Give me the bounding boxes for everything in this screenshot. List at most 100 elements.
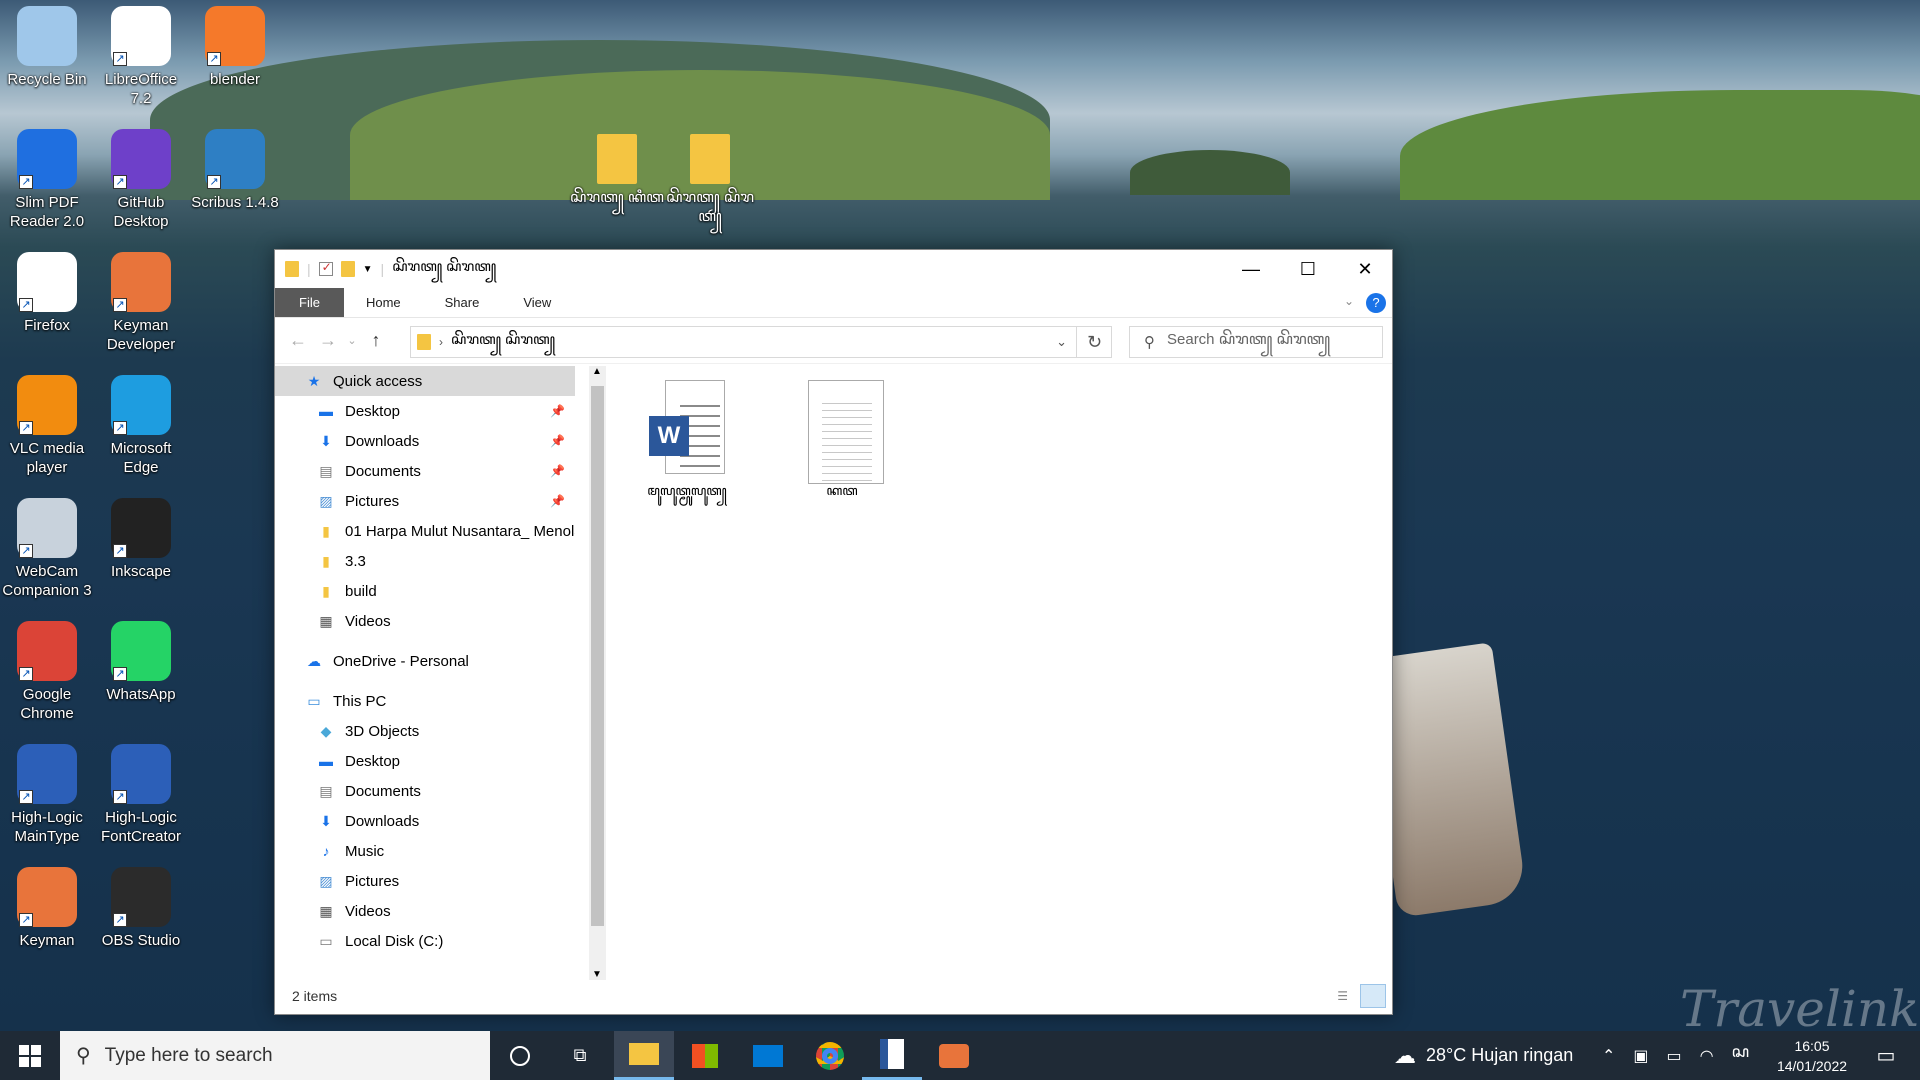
desktop-icon-maintype[interactable]: ↗ High-Logic MainType <box>0 738 94 846</box>
desktop-icon-keyman-developer[interactable]: ↗ Keyman Developer <box>94 246 188 354</box>
tab-home[interactable]: Home <box>344 288 423 317</box>
tab-file[interactable]: File <box>275 288 344 317</box>
wifi-icon[interactable]: ◠ <box>1700 1046 1714 1066</box>
shortcut-arrow-icon: ↗ <box>19 298 33 312</box>
taskbar-file-explorer[interactable] <box>614 1031 674 1080</box>
nav-item-local-disk-c[interactable]: ▭ Local Disk (C:) <box>275 926 575 956</box>
chevron-down-icon[interactable]: ▼ <box>363 264 373 275</box>
search-box[interactable]: ⚲ Search ꦱꦼꦫꦠ꧀ ꦱꦼꦫꦠ꧀ <box>1129 326 1383 358</box>
desktop-icon-firefox[interactable]: ↗ Firefox <box>0 246 94 335</box>
cortana-button[interactable] <box>490 1031 550 1080</box>
properties-check-icon[interactable]: ✓ <box>318 260 333 276</box>
nav-item-desktop[interactable]: ▬ Desktop 📌 <box>275 396 575 426</box>
desktop-icon-label: WebCam Companion 3 <box>2 563 92 599</box>
desktop-icon-vlc[interactable]: ↗ VLC media player <box>0 369 94 477</box>
nav-item-documents[interactable]: ▤ Documents 📌 <box>275 456 575 486</box>
nav-item-videos[interactable]: ▦ Videos <box>275 896 575 926</box>
desktop-icon-keyman[interactable]: ↗ Keyman <box>0 861 94 950</box>
search-input[interactable]: Search ꦱꦼꦫꦠ꧀ ꦱꦼꦫꦠ꧀ <box>1167 327 1330 358</box>
desktop-folder-1[interactable]: ꦱꦼꦫꦠ꧀ ꦏꦶꦠ <box>570 128 664 207</box>
breadcrumb-chevron-icon[interactable]: › <box>439 335 443 349</box>
desktop-folder-label: ꦱꦼꦫꦠ꧀ ꦏꦶꦠ <box>570 189 664 206</box>
tab-share[interactable]: Share <box>423 288 502 317</box>
minimize-button[interactable]: — <box>1222 250 1280 288</box>
large-icons-view-icon[interactable] <box>1360 984 1386 1008</box>
nav-item-pictures[interactable]: ▨ Pictures 📌 <box>275 486 575 516</box>
taskbar-store[interactable] <box>675 1031 735 1080</box>
chevron-up-icon[interactable]: ⌃ <box>1602 1046 1615 1066</box>
details-view-icon[interactable]: ☰ <box>1337 989 1348 1003</box>
scroll-up-icon[interactable]: ▲ <box>592 366 602 377</box>
desktop-icon-github-desktop[interactable]: ↗ GitHub Desktop <box>94 123 188 231</box>
nav-item-downloads[interactable]: ⬇ Downloads 📌 <box>275 426 575 456</box>
nav-item-3d-objects[interactable]: ◆ 3D Objects <box>275 716 575 746</box>
expand-ribbon-icon[interactable]: ⌄ <box>1344 294 1354 308</box>
notifications-button[interactable]: ▭ <box>1862 1031 1910 1080</box>
island-small <box>1130 150 1290 195</box>
taskbar-search-input[interactable]: Type here to search <box>105 1045 273 1067</box>
maximize-button[interactable]: ☐ <box>1279 250 1337 288</box>
weather-widget[interactable]: ☁ 28°C Hujan ringan <box>1394 1031 1573 1080</box>
status-bar: 2 items ☰ <box>275 978 1392 1014</box>
taskbar-word[interactable] <box>862 1031 922 1080</box>
taskbar-mail[interactable] <box>738 1031 798 1080</box>
desktop-icon-blender[interactable]: ↗ blender <box>188 0 282 89</box>
desktop-icon-fontcreator[interactable]: ↗ High-Logic FontCreator <box>94 738 188 846</box>
desktop-icon-obs[interactable]: ↗ OBS Studio <box>94 861 188 950</box>
item-count: 2 items <box>292 988 338 1004</box>
file-text-document[interactable]: ꦏꦠ <box>787 380 897 507</box>
refresh-button[interactable]: ↻ <box>1076 326 1112 358</box>
desktop-icon-whatsapp[interactable]: ↗ WhatsApp <box>94 615 188 704</box>
desktop-folder-2[interactable]: ꦱꦼꦫꦠ꧀ ꦱꦼꦫꦠ꧀ <box>663 128 757 226</box>
close-button[interactable]: ✕ <box>1336 250 1394 288</box>
local-disk-icon: ▭ <box>319 932 333 949</box>
new-folder-icon[interactable] <box>340 261 355 277</box>
input-method-icon[interactable]: ꦱ <box>1732 1039 1749 1072</box>
taskbar-search[interactable]: ⚲ Type here to search <box>60 1031 490 1080</box>
nav-item-01-harpa-mulut-nusantara-menolak-l[interactable]: ▮ 01 Harpa Mulut Nusantara_ Menolak l <box>275 516 575 546</box>
taskbar-keyman[interactable] <box>924 1031 984 1080</box>
nav-item-3-3[interactable]: ▮ 3.3 <box>275 546 575 576</box>
nav-item-build[interactable]: ▮ build <box>275 576 575 606</box>
desktop-icon-libreoffice[interactable]: ↗ LibreOffice 7.2 <box>94 0 188 108</box>
desktop-icon-inkscape[interactable]: ↗ Inkscape <box>94 492 188 581</box>
nav-item-videos[interactable]: ▦ Videos <box>275 606 575 636</box>
taskbar-chrome[interactable] <box>800 1031 860 1080</box>
keyman-developer-icon: ↗ <box>111 252 171 312</box>
device-icon[interactable]: ▣ <box>1633 1046 1648 1066</box>
desktop-icon-slim-pdf[interactable]: ↗ Slim PDF Reader 2.0 <box>0 123 94 231</box>
nav-item-onedrive-personal[interactable]: ☁ OneDrive - Personal <box>275 646 575 676</box>
start-button[interactable] <box>0 1031 60 1080</box>
file-word-document[interactable]: W ꦩꦸꦭꦸꦠ꧀ꦩꦸꦭꦸꦠ꧀ <box>632 380 742 507</box>
inkscape-icon: ↗ <box>111 498 171 558</box>
nav-item-desktop[interactable]: ▬ Desktop <box>275 746 575 776</box>
nav-item-music[interactable]: ♪ Music <box>275 836 575 866</box>
nav-item-quick-access[interactable]: ★ Quick access <box>275 366 575 396</box>
battery-icon[interactable]: ▭ <box>1667 1046 1682 1066</box>
up-arrow-icon[interactable]: ↑ <box>361 330 391 351</box>
help-icon[interactable]: ? <box>1366 293 1386 313</box>
task-view-button[interactable]: ⧉ <box>550 1031 610 1080</box>
nav-item-label: build <box>345 582 377 600</box>
desktop-icon-chrome[interactable]: ↗ Google Chrome <box>0 615 94 723</box>
address-bar[interactable]: › ꦱꦼꦫꦠ꧀ ꦱꦼꦫꦠ꧀ ⌄ <box>410 326 1112 358</box>
clock[interactable]: 16:05 14/01/2022 <box>1766 1031 1858 1080</box>
desktop-icon-edge[interactable]: ↗ Microsoft Edge <box>94 369 188 477</box>
shortcut-arrow-icon: ↗ <box>207 52 221 66</box>
recent-locations-icon[interactable]: ⌄ <box>343 334 361 347</box>
scroll-thumb[interactable] <box>591 386 604 926</box>
desktop-icon-webcam[interactable]: ↗ WebCam Companion 3 <box>0 492 94 600</box>
nav-item-pictures[interactable]: ▨ Pictures <box>275 866 575 896</box>
nav-scrollbar[interactable]: ▲ ▼ <box>589 366 606 980</box>
forward-arrow-icon[interactable]: → <box>313 330 343 351</box>
desktop-icon-scribus[interactable]: ↗ Scribus 1.4.8 <box>188 123 282 212</box>
desktop-icon-label: OBS Studio <box>101 932 181 949</box>
desktop-icon-recycle-bin[interactable]: Recycle Bin <box>0 0 94 89</box>
nav-item-documents[interactable]: ▤ Documents <box>275 776 575 806</box>
nav-item-downloads[interactable]: ⬇ Downloads <box>275 806 575 836</box>
nav-item-this-pc[interactable]: ▭ This PC <box>275 686 575 716</box>
address-dropdown-icon[interactable]: ⌄ <box>1056 334 1067 350</box>
folder-icon <box>285 261 299 277</box>
tab-view[interactable]: View <box>501 288 573 317</box>
back-arrow-icon[interactable]: ← <box>283 330 313 351</box>
